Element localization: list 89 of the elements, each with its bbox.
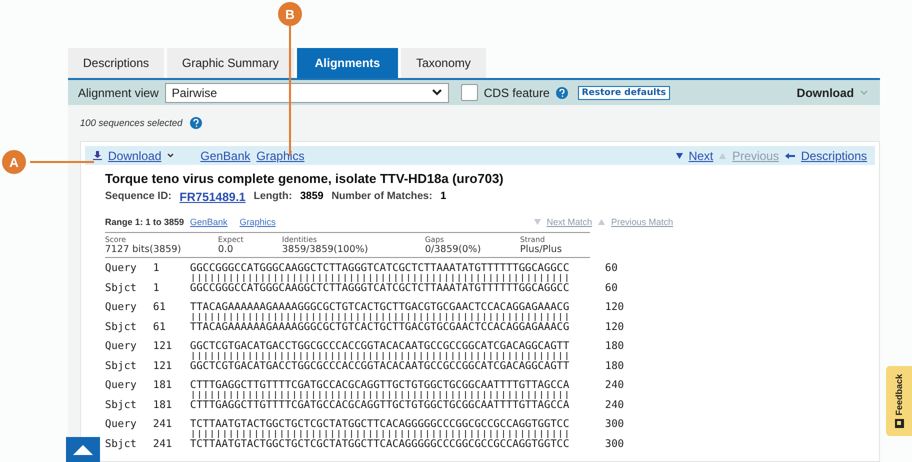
pager-link[interactable]: Descriptions (800, 148, 867, 162)
range-label: Range 1: 1 to 3859 (105, 217, 184, 227)
row-label: Sbjct (105, 282, 138, 294)
leader-line (30, 161, 94, 162)
row-label: Query (105, 262, 138, 274)
cds-feature-label: CDS feature (484, 86, 550, 100)
stat-value: 3859/3859(100%) (282, 244, 370, 255)
stat-value: 7127 bits(3859) (105, 244, 182, 255)
position-number: 61 (153, 321, 167, 333)
position-number: 1 (153, 262, 160, 274)
hit-link[interactable]: Graphics (256, 148, 304, 162)
hit-link[interactable]: GenBank (200, 148, 250, 162)
position-number: 121 (153, 340, 173, 352)
chevron-down-icon (167, 153, 174, 158)
chevron-down-icon (432, 89, 442, 96)
position-number: 240 (605, 399, 625, 411)
position-number: 120 (605, 321, 625, 333)
fact-label: Number of Matches: (331, 190, 432, 204)
download-menu[interactable]: Download (796, 86, 870, 100)
chevron-down-icon (860, 90, 868, 95)
row-label: Query (105, 379, 138, 391)
sequence-id-link[interactable]: FR751489.1 (180, 190, 246, 204)
help-icon[interactable] (190, 117, 202, 129)
position-number: 241 (153, 418, 173, 430)
row-label: Sbjct (105, 360, 138, 372)
down-triangle-icon (534, 219, 541, 225)
stat-value: 0.0 (218, 244, 234, 255)
sequence-text: CTTTGAGGCTTGTTTTCGATGCCACGCAGGTTGCTGTGGCTGCGGCAATTTTGTTAGCCA (190, 379, 570, 391)
position-number: 300 (605, 418, 625, 430)
selection-note: 100 sequences selected (80, 118, 182, 128)
callout-marker: A (2, 150, 26, 174)
fact-value: 3859 (300, 190, 324, 204)
comment-icon (894, 419, 904, 428)
hit-title: Torque teno virus complete genome, isolate TTV-HD18a (uro703) (105, 171, 505, 186)
position-number: 60 (605, 282, 619, 294)
row-label: Sbjct (105, 438, 138, 450)
sequence-text: GGCTCGTGACATGACCTGGCGCCCACCGGTACACAATGCCGCCGGCATCGACAGGCAGTT (190, 360, 570, 372)
alignment-view-label: Alignment view (78, 86, 159, 100)
sequence-text: CTTTGAGGCTTGTTTTCGATGCCACGCAGGTTGCTGTGGCTGCGGCAATTTTGTTAGCCA (190, 399, 570, 411)
tab[interactable]: Descriptions (68, 48, 164, 78)
stat-value: Plus/Plus (520, 244, 563, 255)
position-number: 300 (605, 438, 625, 450)
callout-marker: B (278, 2, 302, 26)
fact-label: Length: (254, 190, 292, 204)
position-number: 240 (605, 379, 625, 391)
download-icon[interactable] (93, 151, 102, 160)
fact-value: 1 (440, 190, 446, 204)
tab[interactable]: Graphic Summary (167, 48, 294, 78)
position-number: 120 (605, 301, 625, 313)
restore-defaults-button[interactable]: Restore defaults (578, 86, 670, 100)
feedback-tab[interactable]: Feedback (886, 366, 912, 436)
position-number: 1 (153, 282, 160, 294)
stat-value: 0/3859(0%) (425, 244, 482, 255)
sequence-text: TTACAGAAAAAAGAAAAGGGCGCTGTCACTGCTTGACGTGCGAACTCCACAGGAGAAACG (190, 301, 570, 313)
download-link[interactable]: Download (108, 148, 162, 162)
position-number: 180 (605, 340, 625, 352)
cds-checkbox[interactable] (460, 84, 478, 101)
row-label: Query (105, 301, 138, 313)
sequence-text: GGCTCGTGACATGACCTGGCGCCCACCGGTACACAATGCCGCCGGCATCGACAGGCAGTT (190, 340, 570, 352)
position-number: 61 (153, 301, 167, 313)
back-arrow-icon (784, 152, 795, 158)
up-triangle-icon (73, 444, 93, 454)
up-triangle-icon (719, 152, 726, 158)
position-number: 121 (153, 360, 173, 372)
position-number: 181 (153, 399, 173, 411)
down-triangle-icon (676, 152, 683, 158)
sequence-text: TCTTAATGTACTGGCTGCTCGCTATGGCTTCACAGGGGGCCCGGCGCCGCCAGGTGGTCC (190, 418, 570, 430)
range-link[interactable]: GenBank (190, 217, 228, 227)
position-number: 60 (605, 262, 619, 274)
tab[interactable]: Taxonomy (401, 48, 486, 78)
tab[interactable]: Alignments (296, 48, 398, 78)
row-label: Sbjct (105, 321, 138, 333)
sequence-text: TCTTAATGTACTGGCTGCTCGCTATGGCTTCACAGGGGGCCCGGCGCCGCCAGGTGGTCC (190, 438, 570, 450)
row-label: Query (105, 340, 138, 352)
scroll-up-button[interactable] (66, 437, 100, 462)
position-number: 180 (605, 360, 625, 372)
position-number: 241 (153, 438, 173, 450)
help-icon[interactable] (556, 86, 568, 98)
fact-label: Sequence ID: (105, 190, 172, 204)
alignment-view-select[interactable]: Pairwise (164, 82, 449, 102)
up-triangle-icon (598, 219, 606, 225)
position-number: 181 (153, 379, 173, 391)
sequence-text: GGCCGGGCCATGGGCAAGGCTCTTAGGGTCATCGCTCTTAAATATGTTTTTTGGCAGGCC (190, 282, 570, 294)
sequence-text: GGCCGGGCCATGGGCAAGGCTCTTAGGGTCATCGCTCTTAAATATGTTTTTTGGCAGGCC (190, 262, 570, 274)
pager-link[interactable]: Next (688, 148, 714, 162)
row-label: Sbjct (105, 399, 138, 411)
range-link[interactable]: Graphics (240, 217, 276, 227)
sequence-text: TTACAGAAAAAAGAAAAGGGCGCTGTCACTGCTTGACGTGCGAACTCCACAGGAGAAACG (190, 321, 570, 333)
row-label: Query (105, 418, 138, 430)
